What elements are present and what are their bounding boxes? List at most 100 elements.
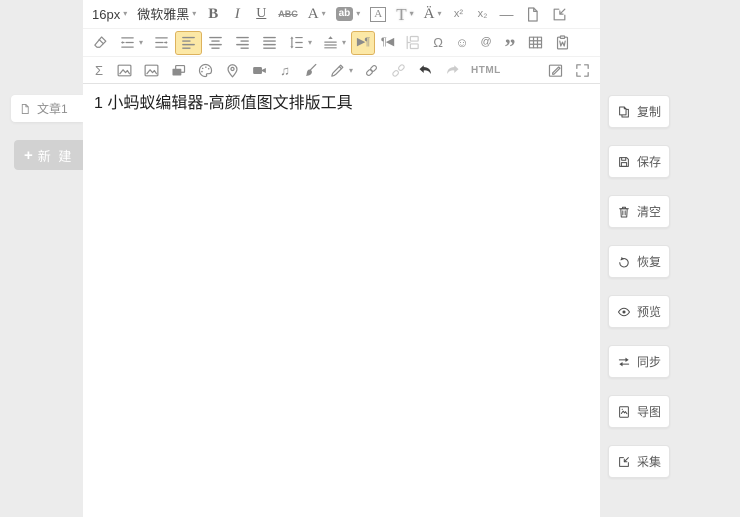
toolbar-row-3: Σ ♫ ▾ HTML (83, 56, 600, 84)
save-button-label: 保存 (637, 153, 661, 170)
save-icon (617, 155, 631, 169)
article-tab[interactable]: 文章1 (11, 95, 83, 122)
redo-button[interactable] (439, 59, 466, 83)
paragraph-spacing-button[interactable]: ▾ (317, 31, 351, 55)
dropdown-caret-icon: ▾ (356, 10, 360, 18)
first-line-indent-button[interactable] (148, 31, 175, 55)
dropdown-caret-icon: ▾ (322, 10, 326, 18)
insert-image-button[interactable] (111, 59, 138, 83)
blockquote-button[interactable]: ” (498, 31, 522, 55)
font-color-button-label: A (308, 7, 319, 22)
location-icon (224, 62, 241, 79)
italic-button[interactable]: I (225, 2, 249, 26)
subscript-button[interactable]: x₂ (471, 2, 495, 26)
paste-from-word-button[interactable] (549, 31, 576, 55)
editor-paragraph[interactable]: 1 小蚂蚁编辑器-高颜值图文排版工具 (94, 93, 589, 115)
new-page-button[interactable] (519, 2, 546, 26)
page-icon (524, 6, 541, 23)
align-center-button[interactable] (202, 31, 229, 55)
app-root: 文章1 + 新 建 16px▾微软雅黑▾BIUABCA▾ab▾AT▾Ä▾x²x₂… (0, 0, 740, 517)
align-left-button[interactable] (175, 31, 202, 55)
sync-button[interactable]: 同步 (608, 345, 670, 378)
import-icon (617, 455, 631, 469)
location-button[interactable] (219, 59, 246, 83)
emoji-button[interactable]: ☺ (450, 31, 474, 55)
quick-edit-button[interactable] (542, 59, 569, 83)
editor-content-area[interactable]: 1 小蚂蚁编辑器-高颜值图文排版工具 (83, 84, 600, 517)
emoji-button-label: ☺ (455, 36, 468, 49)
pinyin-annotation-button-label: Ä (424, 7, 435, 22)
align-center-icon (207, 34, 224, 51)
table-button[interactable] (522, 31, 549, 55)
backward-pilcrow-button-label: ¶◀ (381, 37, 393, 48)
palette-icon (197, 62, 214, 79)
superscript-button[interactable]: x² (447, 2, 471, 26)
pinyin-annotation-button[interactable]: Ä▾ (419, 2, 447, 26)
color-palette-button[interactable] (192, 59, 219, 83)
undo-button[interactable] (412, 59, 439, 83)
horizontal-rule-button[interactable]: — (495, 2, 519, 26)
audio-button[interactable]: ♫ (273, 59, 297, 83)
preview-button[interactable]: 预览 (608, 295, 670, 328)
text-background-color-button-label: ab (336, 7, 354, 21)
collect-button[interactable]: 采集 (608, 445, 670, 478)
line-height-button[interactable]: ▾ (283, 31, 317, 55)
html-source-button-label: HTML (471, 66, 501, 76)
edit-note-icon (547, 62, 564, 79)
copy-button-label: 复制 (637, 103, 661, 120)
article-tab-label: 文章1 (37, 100, 68, 117)
font-family-select[interactable]: 微软雅黑▾ (132, 2, 201, 26)
hyperlink-button[interactable] (358, 59, 385, 83)
dropdown-caret-icon: ▾ (410, 10, 414, 18)
strikethrough-button[interactable]: ABC (273, 2, 303, 26)
copy-icon (617, 105, 631, 119)
text-border-button[interactable]: A (365, 2, 391, 26)
card-button[interactable] (165, 59, 192, 83)
import-article-button[interactable] (546, 2, 573, 26)
text-shadow-button[interactable]: T▾ (391, 2, 418, 26)
indent-button[interactable]: ▾ (114, 31, 148, 55)
clear-format-button[interactable] (87, 31, 114, 55)
fullscreen-button[interactable] (569, 59, 596, 83)
split-section-button[interactable] (399, 31, 426, 55)
video-button[interactable] (246, 59, 273, 83)
indent-icon (119, 34, 136, 51)
preview-button-label: 预览 (637, 303, 661, 320)
formula-button[interactable]: Σ (87, 59, 111, 83)
strikethrough-button-label: ABC (278, 10, 298, 19)
save-button[interactable]: 保存 (608, 145, 670, 178)
align-justify-button[interactable] (256, 31, 283, 55)
clear-button[interactable]: 清空 (608, 195, 670, 228)
forward-pilcrow-button[interactable]: ▶¶ (351, 31, 375, 55)
mindmap-button-label: 导图 (637, 403, 661, 420)
redo-icon (444, 62, 461, 79)
word-icon (554, 34, 571, 51)
editor-toolbar: 16px▾微软雅黑▾BIUABCA▾ab▾AT▾Ä▾x²x₂— ▾▾▾▶¶¶◀Ω… (83, 0, 600, 84)
blockquote-button-label: ” (505, 36, 516, 57)
unlink-button[interactable] (385, 59, 412, 83)
mindmap-button[interactable]: 导图 (608, 395, 670, 428)
split-icon (404, 34, 421, 51)
mention-search-button[interactable]: @ (474, 31, 498, 55)
pen-style-button[interactable]: ▾ (324, 59, 358, 83)
mention-search-button-label: @ (480, 37, 491, 48)
new-article-button[interactable]: + 新 建 (14, 140, 83, 170)
text-background-color-button[interactable]: ab▾ (331, 2, 366, 26)
clear-button-label: 清空 (637, 203, 661, 220)
video-icon (251, 62, 268, 79)
bold-button[interactable]: B (201, 2, 225, 26)
align-right-button[interactable] (229, 31, 256, 55)
copy-button[interactable]: 复制 (608, 95, 670, 128)
font-size-select[interactable]: 16px▾ (87, 2, 132, 26)
html-source-button[interactable]: HTML (466, 59, 506, 83)
trash-icon (617, 205, 631, 219)
toolbar-row-2: ▾▾▾▶¶¶◀Ω☺@” (83, 28, 600, 56)
backward-pilcrow-button[interactable]: ¶◀ (375, 31, 399, 55)
restore-button[interactable]: 恢复 (608, 245, 670, 278)
font-color-button[interactable]: A▾ (303, 2, 331, 26)
brush-button[interactable] (297, 59, 324, 83)
image-library-button[interactable] (138, 59, 165, 83)
special-char-button[interactable]: Ω (426, 31, 450, 55)
underline-button[interactable]: U (249, 2, 273, 26)
document-icon (19, 103, 31, 115)
